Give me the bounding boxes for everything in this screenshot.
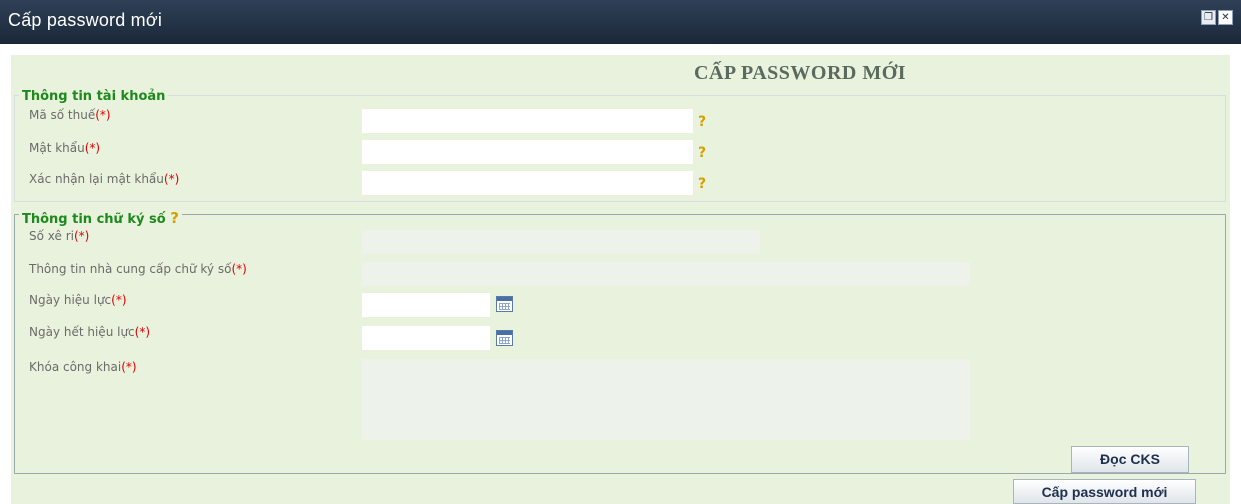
confirm-password-input[interactable] xyxy=(362,171,693,195)
required-marker: (*) xyxy=(84,141,101,155)
confirm-password-label: Xác nhận lại mật khẩu(*) xyxy=(29,172,179,186)
signature-help-icon[interactable]: ? xyxy=(170,209,179,227)
signature-info-legend-text: Thông tin chữ ký số xyxy=(22,212,166,227)
issue-password-button[interactable]: Cấp password mới xyxy=(1013,479,1196,504)
serial-label: Số xê ri(*) xyxy=(29,229,89,243)
confirm-password-help-icon[interactable]: ? xyxy=(698,176,706,192)
valid-to-calendar-icon[interactable] xyxy=(496,330,513,346)
valid-to-label: Ngày hết hiệu lực(*) xyxy=(29,325,150,339)
public-key-textarea[interactable] xyxy=(362,359,970,440)
serial-label-text: Số xê ri xyxy=(29,229,74,243)
valid-from-label-text: Ngày hiệu lực xyxy=(29,293,112,307)
required-marker: (*) xyxy=(134,325,151,339)
required-marker: (*) xyxy=(95,108,111,122)
password-input[interactable] xyxy=(362,140,693,164)
valid-from-calendar-icon[interactable] xyxy=(496,296,513,312)
required-marker: (*) xyxy=(111,293,127,307)
window-title: Cấp password mới xyxy=(8,10,163,30)
confirm-password-label-text: Xác nhận lại mật khẩu xyxy=(29,172,164,186)
public-key-label: Khóa công khai(*) xyxy=(29,360,137,374)
required-marker: (*) xyxy=(73,229,90,243)
required-marker: (*) xyxy=(121,360,137,374)
provider-label-text: Thông tin nhà cung cấp chữ ký số xyxy=(29,262,232,276)
tax-code-help-icon[interactable]: ? xyxy=(698,114,706,130)
required-marker: (*) xyxy=(231,262,247,276)
restore-window-icon[interactable]: ❐ xyxy=(1201,10,1216,25)
provider-input[interactable] xyxy=(362,262,970,286)
valid-to-label-text: Ngày hết hiệu lực xyxy=(29,325,135,339)
valid-from-input[interactable] xyxy=(362,293,490,317)
tax-code-input[interactable] xyxy=(362,109,693,133)
tax-code-label-text: Mã số thuế xyxy=(29,108,96,122)
serial-input[interactable] xyxy=(362,230,760,254)
password-label: Mật khẩu(*) xyxy=(29,141,100,155)
required-marker: (*) xyxy=(163,172,180,186)
page-heading: CẤP PASSWORD MỚI xyxy=(694,62,907,84)
public-key-label-text: Khóa công khai xyxy=(29,360,122,374)
password-label-text: Mật khẩu xyxy=(29,141,85,155)
read-signature-button[interactable]: Đọc CKS xyxy=(1071,446,1189,473)
password-help-icon[interactable]: ? xyxy=(698,145,706,161)
valid-to-input[interactable] xyxy=(362,326,490,350)
close-window-icon[interactable]: ✕ xyxy=(1218,10,1233,25)
window-titlebar: Cấp password mới ❐ ✕ xyxy=(0,0,1241,44)
valid-from-label: Ngày hiệu lực(*) xyxy=(29,293,127,307)
signature-info-legend: Thông tin chữ ký số ? xyxy=(19,209,182,227)
provider-label: Thông tin nhà cung cấp chữ ký số(*) xyxy=(29,262,247,276)
tax-code-label: Mã số thuế(*) xyxy=(29,108,111,122)
account-info-legend: Thông tin tài khoản xyxy=(19,89,169,104)
